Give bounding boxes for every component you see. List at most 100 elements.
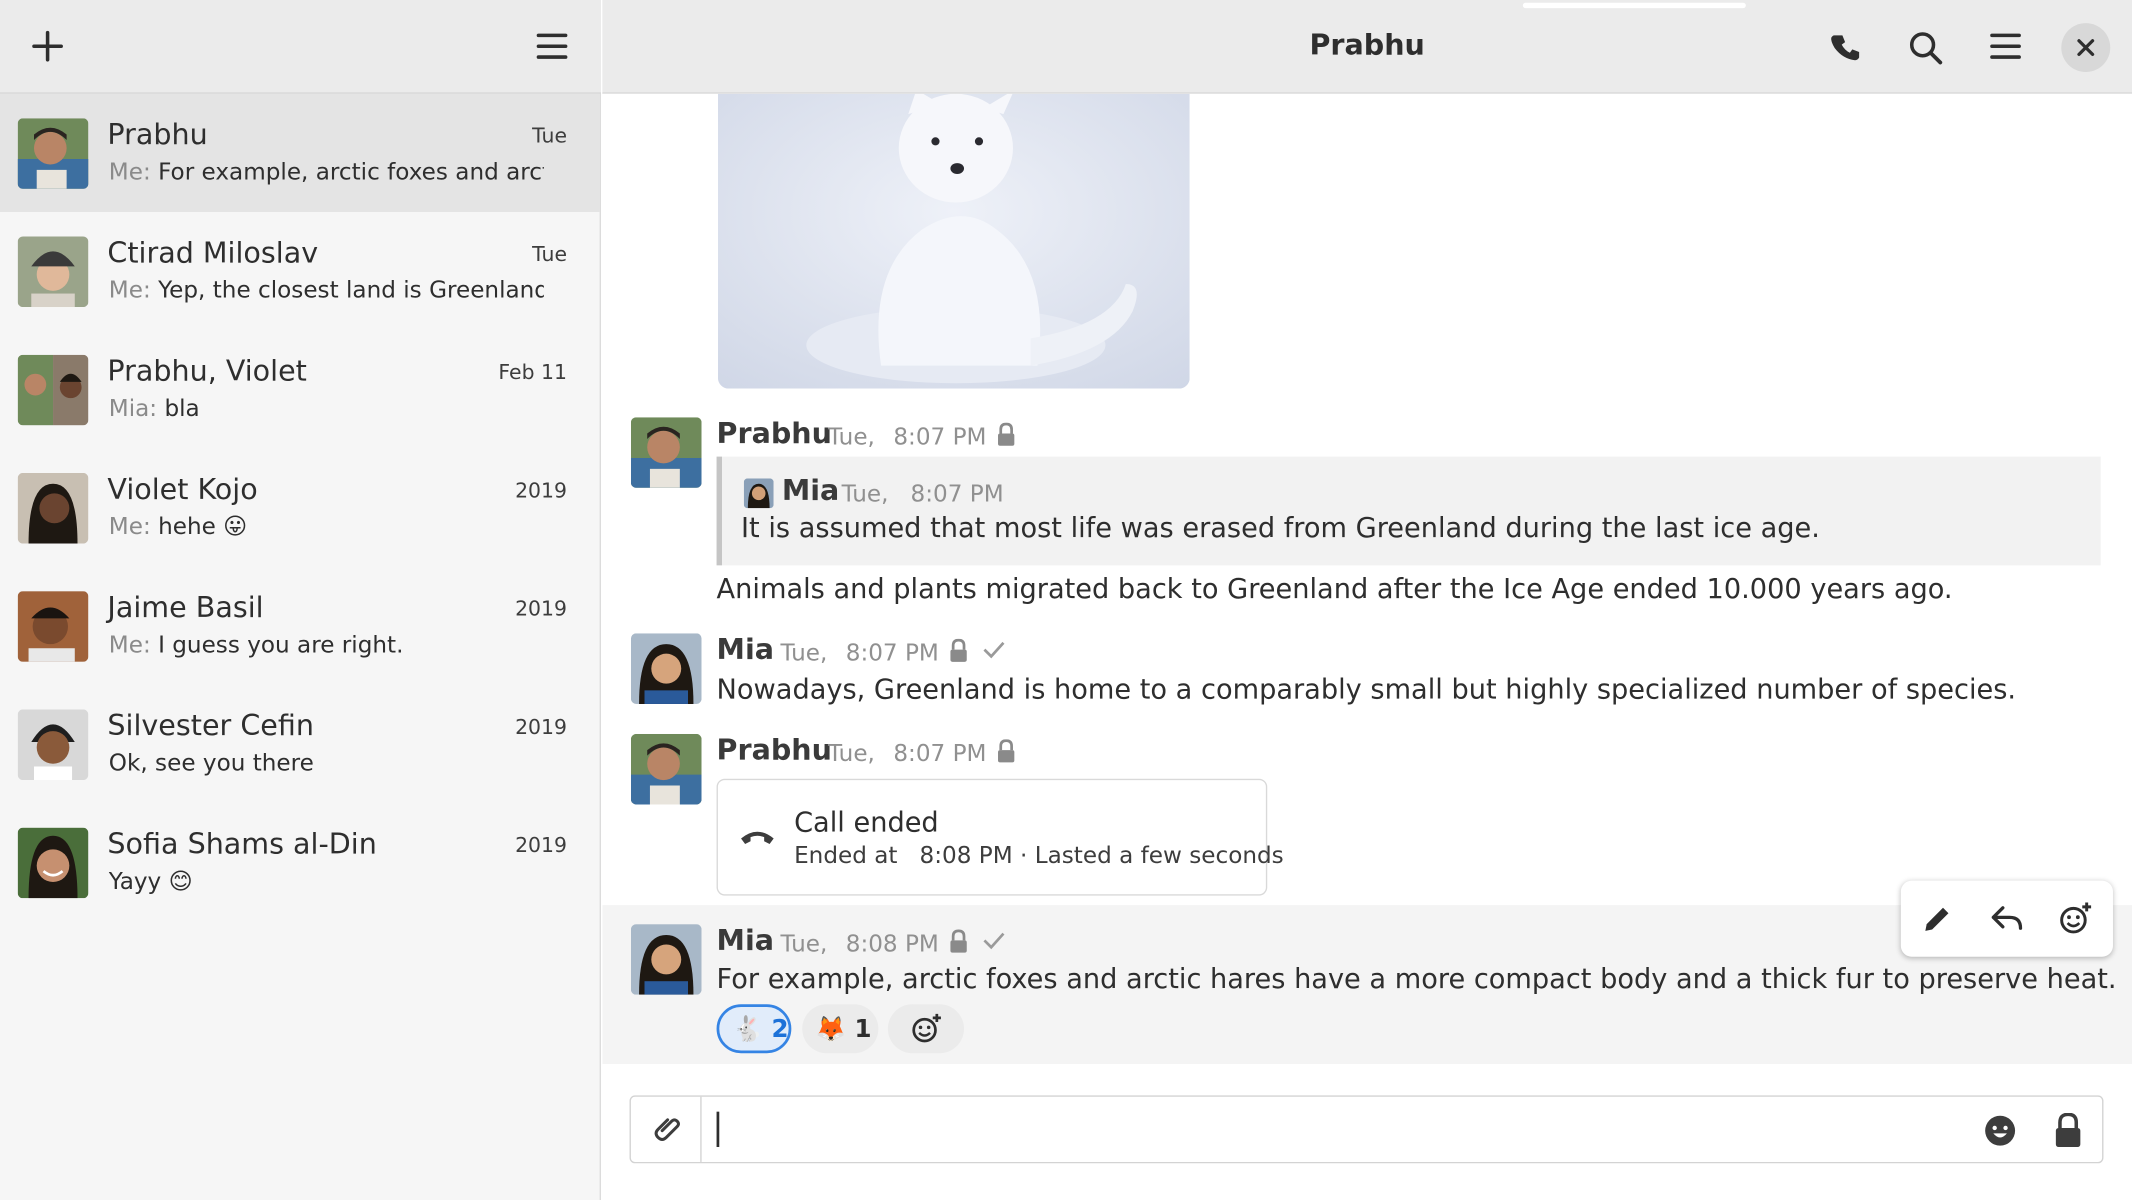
reply-quote[interactable]: Mia Tue, 8:07 PM It is assumed that most…: [716, 456, 2101, 566]
room-date: 2019: [515, 596, 567, 622]
last-message-sender: Me:: [108, 159, 151, 187]
room-date: Tue: [532, 241, 567, 267]
room-row-sofia-shams[interactable]: Sofia Shams al-Din 2019 Yayy 😊: [0, 803, 600, 921]
avatar[interactable]: [630, 733, 702, 805]
room-name: Jaime Basil: [107, 591, 264, 624]
lock-icon: [950, 929, 967, 953]
room-row-prabhu[interactable]: Prabhu Tue Me: For example, arctic foxes…: [0, 93, 600, 213]
room-sidebar: Prabhu Tue Me: For example, arctic foxes…: [0, 0, 601, 1200]
reaction-count: 1: [854, 1014, 872, 1044]
avatar[interactable]: [630, 417, 702, 488]
hamburger-menu-icon: [1990, 33, 2021, 59]
avatar: [17, 354, 89, 426]
encryption-status-button[interactable]: [2050, 1113, 2085, 1148]
last-message-text: I guess you are right.: [158, 631, 404, 660]
message-day: Tue,: [780, 930, 828, 959]
avatar: [17, 472, 89, 544]
add-emoji-icon: [2060, 902, 2092, 934]
message-body: Animals and plants migrated back to Gree…: [716, 572, 1953, 605]
room-row-prabhu-violet[interactable]: Prabhu, Violet Feb 11 Mia: bla: [0, 330, 600, 448]
lock-icon: [2055, 1113, 2081, 1147]
reply-button[interactable]: [1982, 894, 2031, 943]
add-reaction-button[interactable]: [887, 1004, 965, 1054]
read-receipt-icon: [983, 641, 1005, 659]
call-ended-prefix: Ended at: [794, 842, 898, 870]
phone-icon: [1831, 35, 1860, 61]
avatar[interactable]: [630, 924, 702, 995]
last-message-sender: Me:: [108, 513, 151, 541]
plus-icon: [32, 30, 63, 62]
call-event-card: Call ended Ended at 8:08 PM · Lasted a f…: [716, 778, 1284, 896]
arctic-fox-image[interactable]: [717, 93, 1190, 389]
close-window-button[interactable]: [2061, 23, 2111, 73]
quote-day: Tue,: [841, 481, 889, 509]
last-message-text: hehe 😛: [158, 513, 248, 541]
room-row-jaime-basil[interactable]: Jaime Basil 2019 Me: I guess you are rig…: [0, 567, 600, 685]
room-name: Prabhu: [107, 118, 208, 151]
room-row-silvester-cefin[interactable]: Silvester Cefin 2019 Ok, see you there: [0, 685, 600, 803]
room-last-message: Ok, see you there: [109, 750, 314, 777]
room-last-message: Me: hehe 😛: [109, 514, 247, 541]
quote-timestamp: Tue, 8:07 PM: [842, 481, 1004, 508]
sidebar-menu-button[interactable]: [522, 16, 582, 76]
last-message-text: bla: [164, 395, 200, 423]
room-header: Prabhu: [602, 0, 2132, 94]
call-title: Call ended: [794, 805, 939, 839]
message-sender[interactable]: Mia: [717, 924, 774, 957]
lock-icon: [998, 422, 1015, 446]
read-receipt-icon: [983, 932, 1005, 950]
message-sender[interactable]: Prabhu: [717, 734, 832, 767]
message-day: Tue,: [780, 640, 828, 668]
pencil-icon: [1925, 907, 1949, 931]
room-menu-button[interactable]: [1976, 16, 2036, 76]
avatar: [17, 709, 89, 781]
avatar[interactable]: [630, 633, 702, 704]
room-date: Feb 11: [498, 360, 567, 385]
drag-indicator: [1522, 2, 1746, 9]
new-room-button[interactable]: [18, 16, 78, 76]
message-sender[interactable]: Prabhu: [717, 417, 832, 450]
hamburger-menu-icon: [536, 33, 568, 59]
rabbit-emoji-icon: 🐇: [732, 1014, 764, 1044]
edit-message-button[interactable]: [1913, 894, 1962, 943]
search-icon: [1909, 32, 1943, 65]
room-date: 2019: [515, 833, 567, 858]
message-time: 8:07 PM: [845, 640, 939, 668]
last-message-text: For example, arctic foxes and arcti…: [158, 159, 544, 187]
room-last-message: Mia: bla: [109, 395, 200, 422]
hangup-phone-icon: [741, 831, 774, 844]
room-row-violet-kojo[interactable]: Violet Kojo 2019 Me: hehe 😛: [0, 448, 600, 566]
reply-icon: [1991, 906, 2023, 930]
close-icon: [2077, 39, 2095, 56]
message-action-toolbar: [1900, 880, 2113, 957]
room-name: Prabhu, Violet: [107, 354, 307, 388]
attach-button[interactable]: [631, 1096, 702, 1162]
call-button[interactable]: [1817, 18, 1877, 78]
room-last-message: Yayy 😊: [109, 868, 193, 895]
reaction-fox[interactable]: 🦊 1: [802, 1004, 879, 1054]
room-name: Violet Kojo: [107, 472, 258, 506]
last-message-sender: Me:: [108, 631, 151, 660]
avatar: [17, 591, 89, 662]
room-last-message: Me: I guess you are right.: [109, 632, 404, 659]
lock-icon: [998, 739, 1015, 763]
paperclip-icon: [653, 1118, 680, 1142]
message-body: Nowadays, Greenland is home to a compara…: [716, 672, 2017, 706]
message-input[interactable]: [717, 1107, 1942, 1152]
call-details: Ended at 8:08 PM · Lasted a few seconds: [794, 843, 1284, 870]
message-composer[interactable]: [629, 1095, 2104, 1164]
call-ended-time: 8:08 PM: [919, 842, 1013, 870]
avatar: [743, 478, 774, 509]
message-timeline[interactable]: Prabhu Tue, 8:07 PM Mia Tue, 8:07 PM It …: [602, 93, 2132, 1065]
message-sender[interactable]: Mia: [717, 633, 774, 666]
toolbar-add-reaction-button[interactable]: [2050, 894, 2099, 943]
avatar: [17, 827, 89, 899]
search-button[interactable]: [1895, 18, 1955, 78]
message-time: 8:07 PM: [893, 424, 987, 452]
text-cursor: [716, 1111, 720, 1147]
room-last-message: Me: For example, arctic foxes and arcti…: [109, 159, 544, 186]
room-row-ctirad[interactable]: Ctirad Miloslav Tue Me: Yep, the closest…: [0, 212, 600, 330]
message-day: Tue,: [828, 740, 875, 768]
reaction-rabbit[interactable]: 🐇 2: [716, 1004, 792, 1054]
emoji-picker-button[interactable]: [1982, 1113, 2017, 1148]
